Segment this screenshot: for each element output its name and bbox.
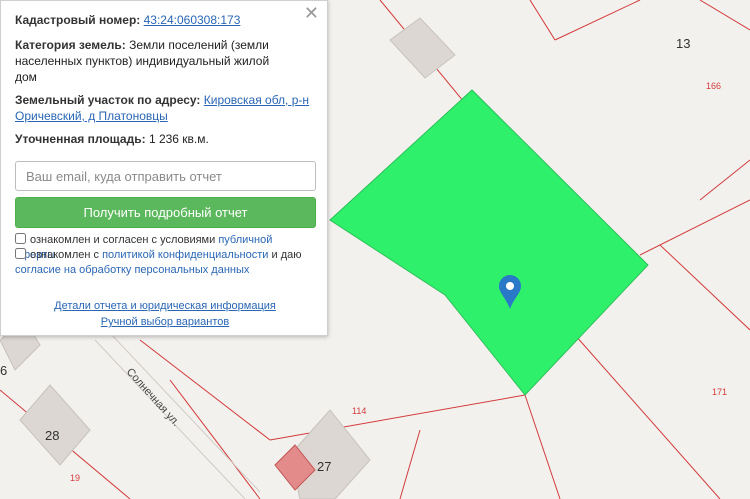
privacy-consent-text: ознакомлен с xyxy=(30,249,100,261)
house-number: 27 xyxy=(317,459,331,474)
area-label: Уточненная площадь: xyxy=(15,132,146,146)
cadastral-row: Кадастровый номер: 43:24:060308:173 xyxy=(15,12,313,28)
parcel-info-popup: ✕ Кадастровый номер: 43:24:060308:173 Ка… xyxy=(0,0,328,336)
offer-consent-text: ознакомлен и согласен с условиями xyxy=(30,234,216,246)
house-number: 6 xyxy=(0,363,7,378)
parcel-label: 19 xyxy=(70,473,80,483)
privacy-policy-link[interactable]: политикой конфиденциальности xyxy=(102,249,268,261)
area-value: 1 236 кв.м. xyxy=(148,132,209,146)
manual-selection-link[interactable]: Ручной выбор вариантов xyxy=(101,316,229,328)
personal-data-consent-link[interactable]: согласие на обработку персональных данны… xyxy=(15,264,249,276)
cadastral-number-link[interactable]: 43:24:060308:173 xyxy=(144,13,241,27)
parcel-label: 114 xyxy=(352,406,366,416)
house-number: 28 xyxy=(45,428,59,443)
cadastral-label: Кадастровый номер: xyxy=(15,13,141,27)
address-row: Земельный участок по адресу: Кировская о… xyxy=(15,92,313,124)
privacy-checkbox[interactable] xyxy=(15,248,26,259)
address-label: Земельный участок по адресу: xyxy=(15,93,201,107)
details-link-wrap: Детали отчета и юридическая информация xyxy=(1,300,329,312)
manual-link-wrap: Ручной выбор вариантов xyxy=(1,316,329,328)
offer-checkbox[interactable] xyxy=(15,233,26,244)
get-report-button[interactable]: Получить подробный отчет xyxy=(15,197,316,228)
parcel-label: 166 xyxy=(706,81,721,91)
category-label: Категория земель: xyxy=(15,38,126,52)
email-input[interactable] xyxy=(15,161,316,191)
privacy-consent-row: ознакомлен с политикой конфиденциальност… xyxy=(15,248,313,278)
privacy-consent-mid: и даю xyxy=(271,249,302,261)
category-row: Категория земель: Земли поселений (земли… xyxy=(15,37,287,85)
parcel-label: 171 xyxy=(712,387,727,397)
area-row: Уточненная площадь: 1 236 кв.м. xyxy=(15,131,313,147)
report-details-link[interactable]: Детали отчета и юридическая информация xyxy=(54,300,276,312)
parcel-label: 13 xyxy=(676,36,690,51)
